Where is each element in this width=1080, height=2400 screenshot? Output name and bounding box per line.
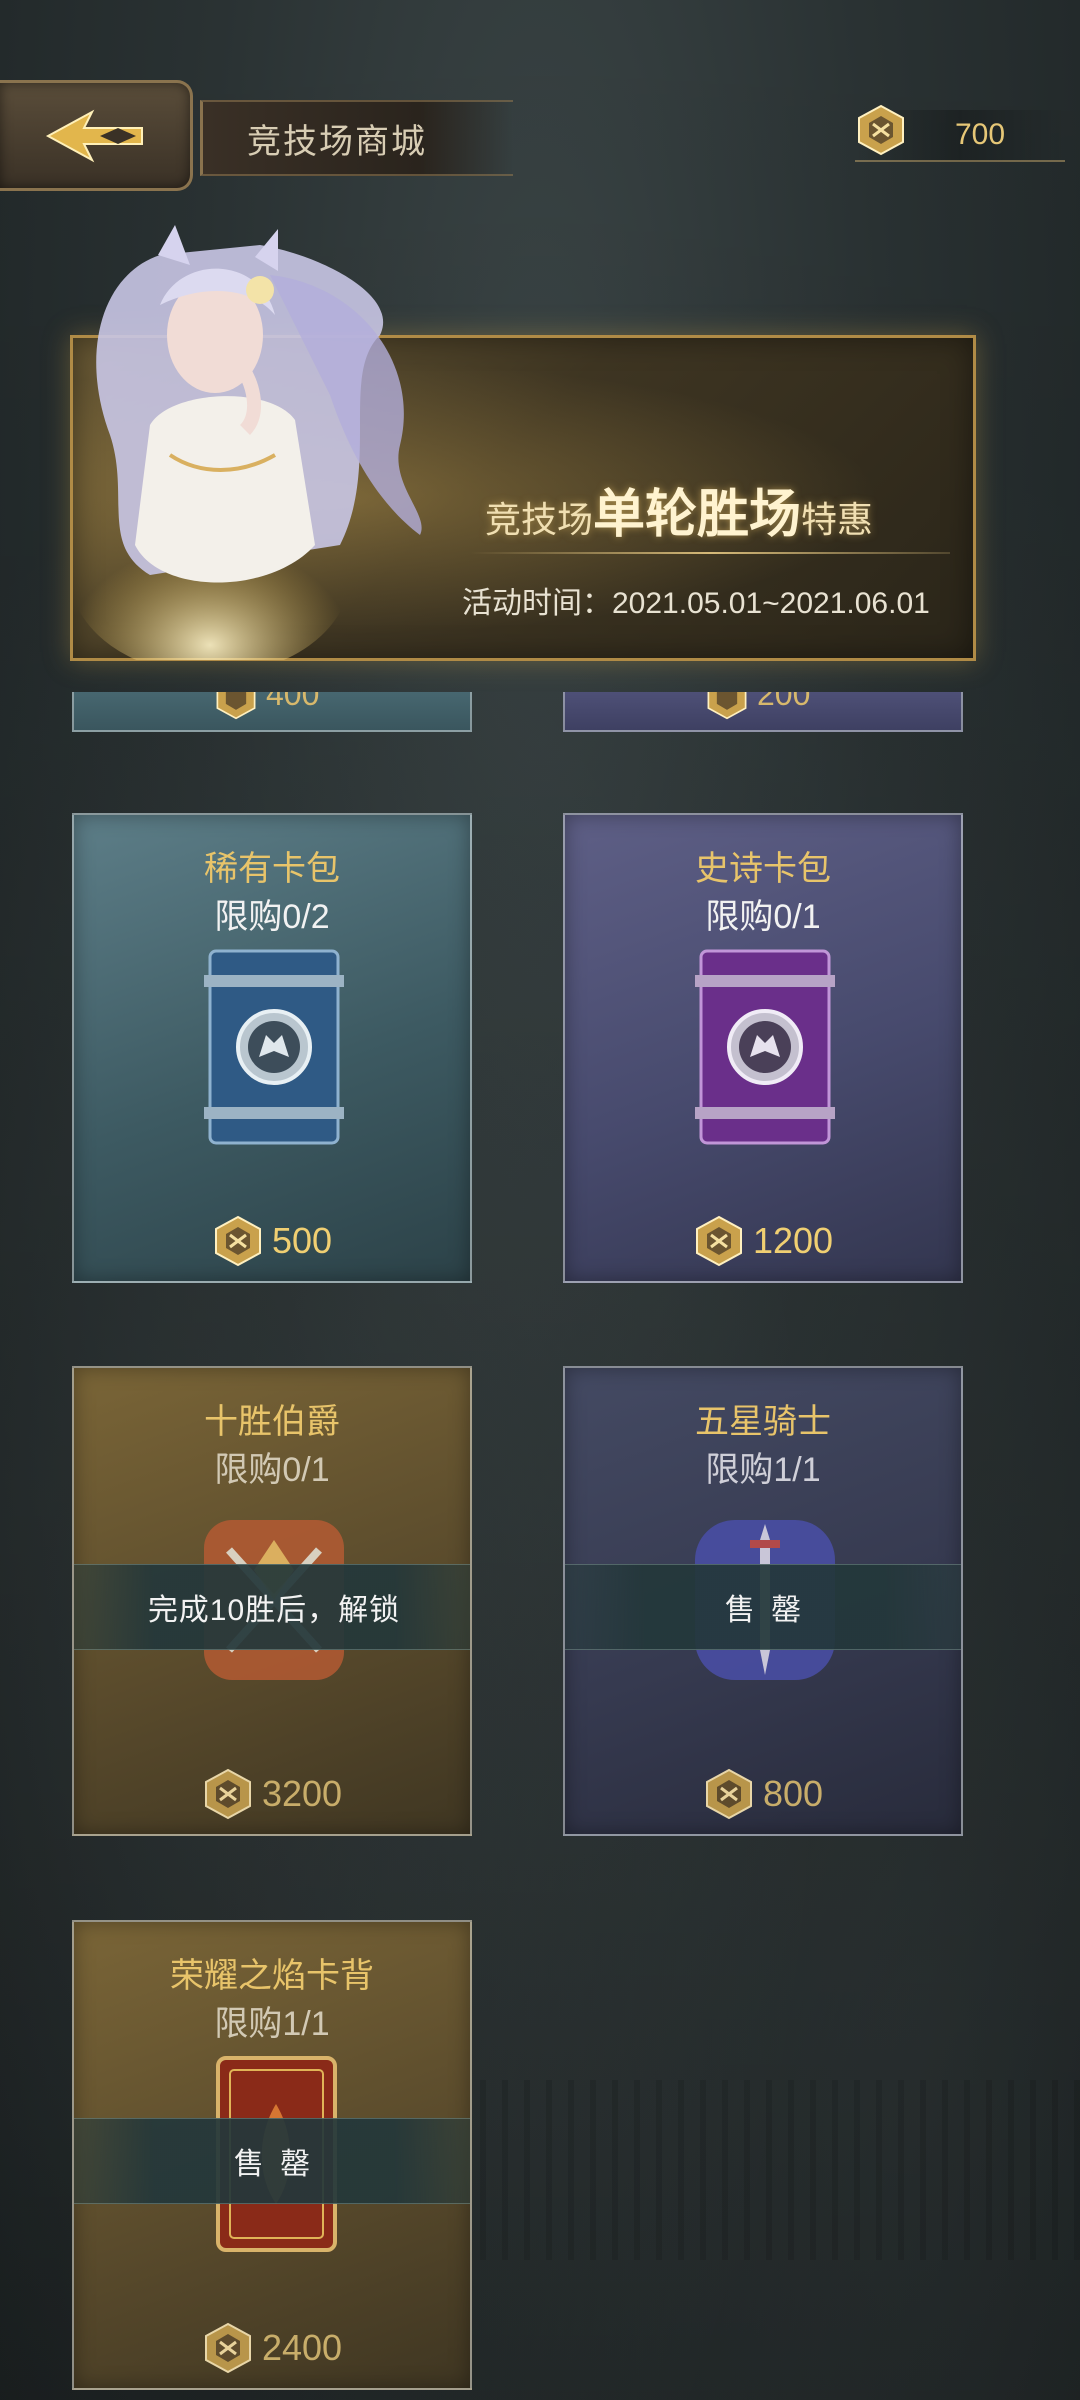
- back-button[interactable]: [0, 80, 193, 191]
- arena-coin-icon: [707, 692, 747, 720]
- item-price: 2400: [261, 2327, 343, 2368]
- item-price-row: 500: [74, 1215, 470, 1267]
- item-limit: 限购0/1: [705, 898, 821, 936]
- item-price: 200: [757, 692, 811, 712]
- arena-coin-icon: [705, 1768, 752, 1820]
- heroine-character-image: [70, 225, 422, 660]
- shop-item-glory-flame-card-back[interactable]: 荣耀之焰卡背 限购1/1 售 罄 2400: [72, 1920, 472, 2390]
- item-price: 500: [271, 1220, 333, 1261]
- item-price: 1200: [752, 1220, 834, 1261]
- shop-item-epic-pack[interactable]: 史诗卡包 限购0/1 1200: [563, 813, 963, 1283]
- item-price: 3200: [261, 1773, 343, 1814]
- arena-coin-icon: [204, 2322, 251, 2374]
- item-price: 800: [762, 1773, 824, 1814]
- banner-date: 活动时间：2021.05.01~2021.06.01: [462, 587, 930, 620]
- background-fence: [480, 2080, 1080, 2260]
- item-price-row: 800: [565, 1768, 961, 1820]
- locked-overlay: 完成10胜后，解锁: [74, 1564, 470, 1650]
- banner-divider: [470, 552, 950, 554]
- item-name: 荣耀之焰卡背: [170, 1957, 374, 1995]
- epic-card-pack-icon: [695, 949, 835, 1145]
- banner-title-suffix: 特惠: [801, 499, 874, 540]
- item-price: 400: [266, 692, 320, 712]
- title-plate: 竞技场商城: [200, 100, 513, 176]
- item-limit: 限购0/1: [214, 1451, 330, 1489]
- shop-item-partial[interactable]: 200: [563, 692, 963, 732]
- arena-coin-icon: [695, 1215, 742, 1267]
- sold-out-overlay: 售 罄: [565, 1564, 961, 1650]
- arena-coin-icon: [216, 692, 256, 720]
- sold-out-overlay: 售 罄: [74, 2118, 470, 2204]
- arena-coin-icon: [214, 1215, 261, 1267]
- shop-item-five-star-knight[interactable]: 五星骑士 限购1/1 售 罄 800: [563, 1366, 963, 1836]
- item-name: 史诗卡包: [695, 850, 831, 888]
- item-name: 五星骑士: [695, 1403, 831, 1441]
- currency-amount: 700: [955, 118, 1006, 151]
- back-arrow-icon: [45, 109, 143, 162]
- banner-title-prefix: 竞技场: [485, 499, 594, 540]
- item-name: 十胜伯爵: [204, 1403, 340, 1441]
- arena-coin-icon: [858, 104, 904, 156]
- shop-item-ten-win-count[interactable]: 十胜伯爵 限购0/1 完成10胜后，解锁 3200: [72, 1366, 472, 1836]
- shop-item-rare-pack[interactable]: 稀有卡包 限购0/2 500: [72, 813, 472, 1283]
- arena-coin-icon: [204, 1768, 251, 1820]
- page-title: 竞技场商城: [247, 122, 427, 161]
- shop-item-partial[interactable]: 400: [72, 692, 472, 732]
- banner-title-emphasis: 单轮胜场: [593, 486, 802, 544]
- banner-title: 竞技场单轮胜场特惠: [485, 472, 873, 547]
- rare-card-pack-icon: [204, 949, 344, 1145]
- header: 竞技场商城 700: [0, 0, 1080, 191]
- item-name: 稀有卡包: [204, 850, 340, 888]
- currency-display: 700: [855, 104, 1065, 162]
- item-price-row: 1200: [565, 1215, 961, 1267]
- item-limit: 限购1/1: [705, 1451, 821, 1489]
- item-price-row: 2400: [74, 2322, 470, 2374]
- item-price-row: 3200: [74, 1768, 470, 1820]
- item-limit: 限购0/2: [214, 898, 330, 936]
- item-limit: 限购1/1: [214, 2005, 330, 2043]
